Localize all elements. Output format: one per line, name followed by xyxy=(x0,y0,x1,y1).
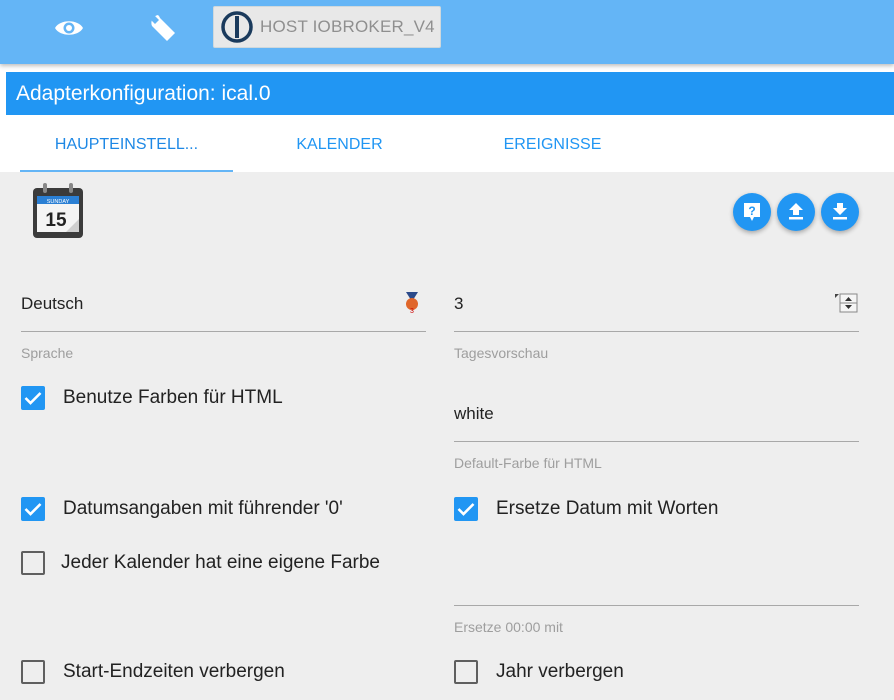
replace-midnight-label: Ersetze 00:00 mit xyxy=(454,619,563,635)
language-label: Sprache xyxy=(21,345,74,361)
iobroker-logo-icon xyxy=(221,11,253,43)
wrench-icon[interactable] xyxy=(142,8,182,48)
replace-date-checkbox[interactable]: Ersetze Datum mit Worten xyxy=(454,497,718,521)
eye-icon[interactable] xyxy=(49,8,89,48)
own-color-checkbox[interactable]: Jeder Kalender hat eine eigene Farbe xyxy=(21,551,380,575)
leading-zero-label: Datumsangaben mit führender '0' xyxy=(63,498,343,519)
download-button[interactable] xyxy=(821,193,859,231)
default-color-underline xyxy=(454,441,859,442)
hide-year-label: Jahr verbergen xyxy=(496,661,624,682)
top-bar: HOST IOBROKER_V4 xyxy=(0,0,894,64)
host-label: HOST IOBROKER_V4 xyxy=(260,17,435,36)
days-preview-value: 3 xyxy=(454,294,464,313)
ranking-badge-icon: 3 xyxy=(406,292,418,314)
checkbox-checked-icon xyxy=(454,497,478,521)
page-title: Adapterkonfiguration: ical.0 xyxy=(6,72,894,115)
replace-midnight-input[interactable]: Ersetze 00:00 mit xyxy=(454,568,859,638)
help-icon: ? xyxy=(744,203,760,221)
hide-times-label: Start-Endzeiten verbergen xyxy=(63,661,285,682)
use-colors-label: Benutze Farben für HTML xyxy=(63,387,283,408)
calendar-day-name: SUNDAY xyxy=(47,199,70,205)
calendar-day-number: 15 xyxy=(45,210,67,231)
tab-events[interactable]: EREIGNISSE xyxy=(446,117,659,172)
language-select[interactable]: Deutsch 3 Sprache xyxy=(21,292,426,364)
default-color-input[interactable]: white Default-Farbe für HTML xyxy=(454,404,859,474)
host-selector[interactable]: HOST IOBROKER_V4 xyxy=(213,6,441,48)
upload-button[interactable] xyxy=(777,193,815,231)
default-color-label: Default-Farbe für HTML xyxy=(454,455,602,471)
default-color-value: white xyxy=(454,404,494,423)
days-preview-label: Tagesvorschau xyxy=(454,345,549,361)
tab-calendar[interactable]: KALENDER xyxy=(233,117,446,172)
days-preview-underline xyxy=(454,331,859,332)
days-preview-input[interactable]: 3 Tagesvorschau xyxy=(454,293,859,364)
hide-year-checkbox[interactable]: Jahr verbergen xyxy=(454,660,624,684)
checkbox-unchecked-icon xyxy=(21,660,45,684)
tab-bar: HAUPTEINSTELL... KALENDER EREIGNISSE xyxy=(20,117,894,172)
tab-main-settings[interactable]: HAUPTEINSTELL... xyxy=(20,117,233,172)
svg-text:3: 3 xyxy=(410,308,414,314)
download-icon xyxy=(833,203,847,220)
calendar-icon: SUNDAY 15 xyxy=(30,182,86,240)
upload-icon xyxy=(789,203,803,220)
number-spinner-icon[interactable] xyxy=(835,293,858,313)
replace-date-label: Ersetze Datum mit Worten xyxy=(496,498,719,519)
checkbox-unchecked-icon xyxy=(21,551,45,575)
checkbox-checked-icon xyxy=(21,497,45,521)
checkbox-checked-icon xyxy=(21,386,45,410)
settings-panel: SUNDAY 15 ? Deutsch 3 Sprache 3 Tagesvor… xyxy=(0,172,894,700)
checkbox-unchecked-icon xyxy=(454,660,478,684)
use-colors-checkbox[interactable]: Benutze Farben für HTML xyxy=(21,386,283,410)
language-value: Deutsch xyxy=(21,294,84,313)
help-button[interactable]: ? xyxy=(733,193,771,231)
language-underline xyxy=(21,331,426,332)
svg-text:?: ? xyxy=(748,204,755,218)
hide-times-checkbox[interactable]: Start-Endzeiten verbergen xyxy=(21,660,285,684)
leading-zero-checkbox[interactable]: Datumsangaben mit führender '0' xyxy=(21,497,343,521)
own-color-label: Jeder Kalender hat eine eigene Farbe xyxy=(61,552,381,573)
replace-midnight-underline xyxy=(454,605,859,606)
